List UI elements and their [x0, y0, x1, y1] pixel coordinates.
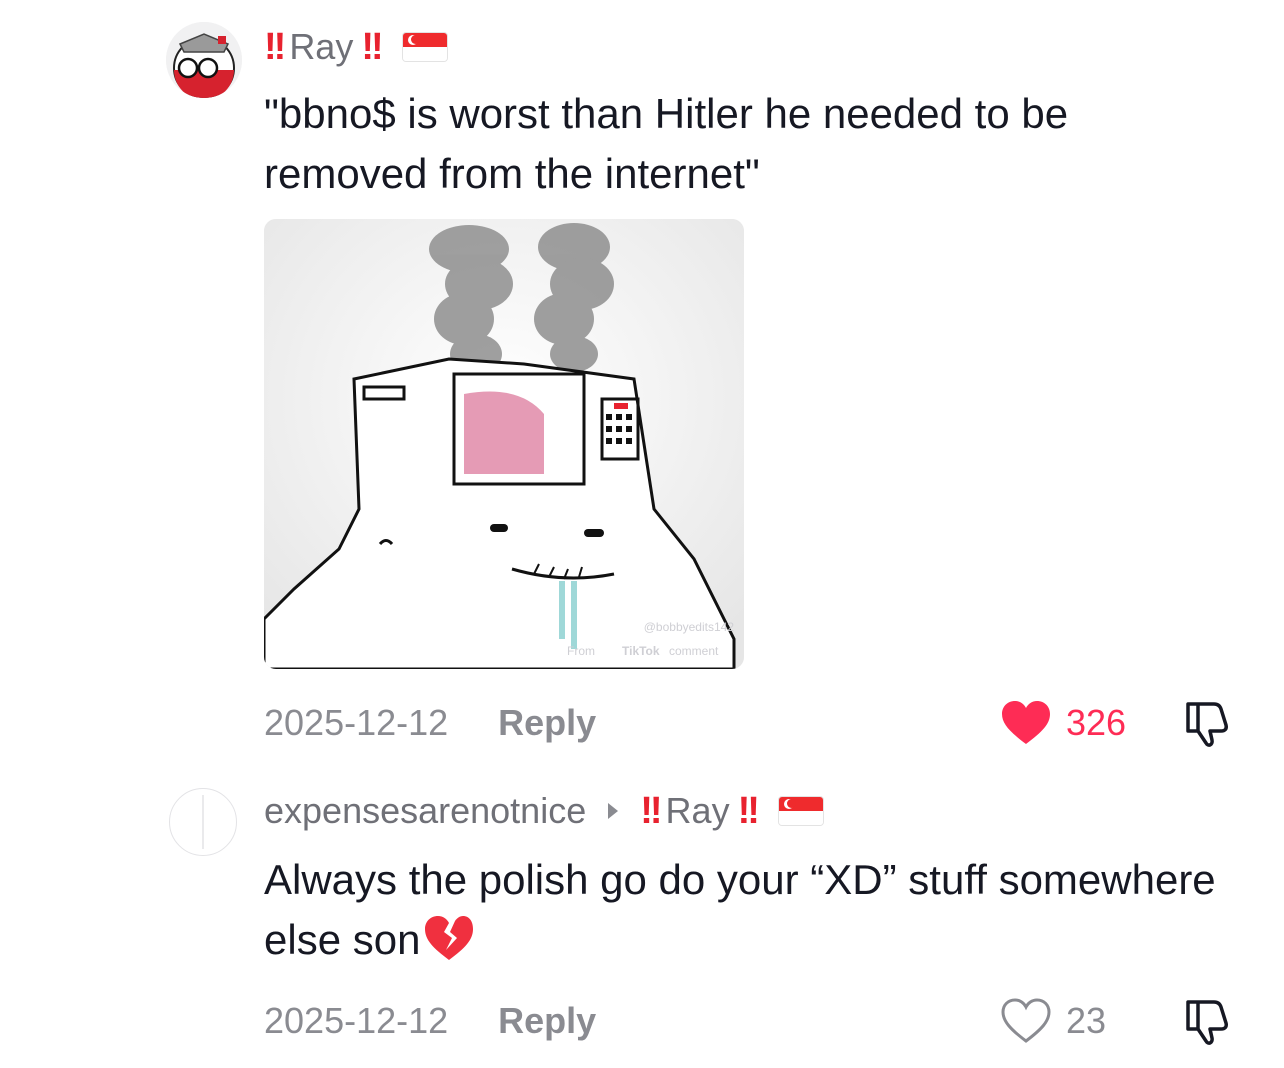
watermark-source: From — [567, 644, 595, 658]
dislike-button[interactable] — [1180, 996, 1232, 1048]
reply-to-arrow-icon — [608, 803, 619, 819]
comment-author[interactable]: expensesarenotnice — [264, 790, 586, 832]
comment-meta: 2025-12-12 Reply — [264, 996, 596, 1046]
like-button[interactable]: 326 — [1000, 698, 1126, 748]
heart-filled-icon — [1002, 701, 1050, 744]
like-count: 326 — [1066, 702, 1127, 743]
comment-image[interactable]: @bobbyedits142 From TikTok comment — [264, 219, 744, 669]
comment-meta: 2025-12-12 Reply — [264, 698, 596, 748]
like-count: 23 — [1066, 1000, 1107, 1041]
singapore-flag-icon — [402, 33, 447, 61]
avatar[interactable] — [169, 788, 237, 856]
reply-button[interactable]: Reply — [498, 702, 596, 744]
author-suffix: !! — [361, 25, 383, 68]
author-prefix: !! — [264, 25, 286, 68]
microwave-head-meme-image: @bobbyedits142 From TikTok comment — [264, 219, 744, 669]
comment-author-row: !! Ray !! — [264, 24, 447, 70]
comment-text: "bbno$ is worst than Hitler he needed to… — [264, 90, 1069, 197]
comment-text: Always the polish go do your “XD” stuff … — [264, 856, 1216, 963]
comment-author[interactable]: Ray — [289, 26, 353, 68]
thumbs-down-icon — [1186, 702, 1228, 747]
comment-date: 2025-12-12 — [264, 702, 449, 743]
watermark-suffix: comment — [669, 644, 719, 658]
reply-to-author[interactable]: Ray — [666, 790, 730, 832]
reply-to-prefix: !! — [640, 789, 662, 832]
reply-button[interactable]: Reply — [498, 1000, 596, 1042]
thumbs-down-icon — [1186, 1000, 1228, 1045]
countryball-avatar-icon — [166, 22, 242, 98]
broken-heart-icon — [422, 914, 476, 978]
dislike-button[interactable] — [1180, 698, 1232, 750]
avatar[interactable] — [166, 22, 242, 98]
heart-outline-icon — [1001, 998, 1051, 1043]
like-button[interactable]: 23 — [1000, 996, 1106, 1046]
watermark-brand: TikTok — [622, 644, 660, 658]
reply-to-suffix: !! — [737, 789, 760, 832]
comment-text-block: Always the polish go do your “XD” stuff … — [264, 850, 1224, 978]
singapore-flag-icon — [778, 797, 823, 825]
watermark-handle: @bobbyedits142 — [644, 620, 735, 634]
blank-avatar-icon — [202, 795, 204, 849]
comment-date: 2025-12-12 — [264, 1000, 449, 1041]
comment-author-row: expensesarenotnice !! Ray !! — [264, 788, 823, 834]
